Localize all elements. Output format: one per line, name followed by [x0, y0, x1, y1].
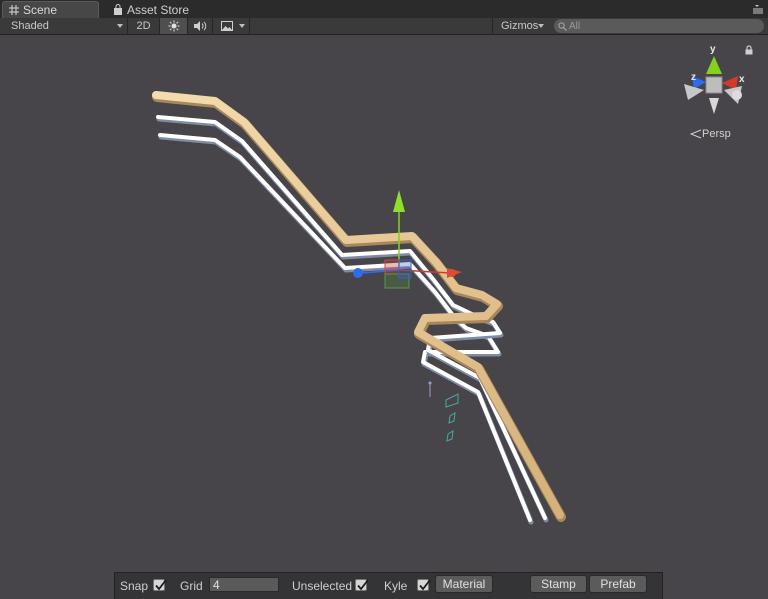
scene-toolbar: Shaded 2D Gizmos	[0, 18, 768, 35]
material-button[interactable]: Material	[435, 575, 493, 593]
tab-asset-store[interactable]: Asset Store	[108, 1, 218, 18]
orientation-z-label: z	[691, 72, 696, 83]
snap-label: Snap	[120, 579, 149, 593]
checkmark-icon	[357, 579, 369, 591]
toggle-2d-label: 2D	[136, 20, 151, 32]
grid-icon	[9, 5, 19, 15]
speaker-icon	[194, 21, 207, 31]
kyle-label: Kyle	[384, 579, 408, 593]
prefab-button[interactable]: Prefab	[589, 575, 647, 593]
lock-icon[interactable]	[744, 45, 754, 55]
chevron-down-icon	[239, 24, 245, 28]
tab-scene[interactable]: Scene	[2, 1, 99, 18]
snap-checkbox[interactable]	[153, 579, 167, 591]
tab-bar: Scene Asset Store	[0, 0, 768, 18]
viewport-background	[0, 35, 768, 572]
toggle-2d-button[interactable]: 2D	[128, 18, 160, 34]
chevron-down-icon	[117, 24, 123, 28]
kyle-checkbox[interactable]	[417, 579, 431, 591]
checkmark-icon	[419, 579, 431, 591]
yz-plane-handle[interactable]	[398, 259, 412, 279]
draw-mode-label: Shaded	[11, 20, 49, 32]
tab-asset-store-label: Asset Store	[127, 2, 190, 17]
orientation-y-label: y	[710, 44, 716, 55]
scene-effects-dropdown[interactable]	[213, 18, 250, 34]
unselected-checkbox[interactable]	[355, 579, 369, 591]
path-tool-bar: Snap Grid Unselected Kyle Material Stamp…	[114, 572, 663, 599]
projection-label: Persp	[702, 128, 731, 140]
scene-viewport[interactable]: y x z	[0, 35, 768, 572]
draw-mode-dropdown[interactable]: Shaded	[0, 18, 128, 34]
perspective-icon	[690, 129, 702, 139]
gizmos-dropdown[interactable]: Gizmos	[492, 18, 548, 34]
grid-label: Grid	[180, 579, 203, 593]
projection-toggle[interactable]: Persp	[690, 128, 731, 140]
search-input[interactable]	[567, 20, 749, 32]
grid-input[interactable]	[209, 577, 279, 592]
xy-plane-handle[interactable]	[384, 259, 400, 275]
search-icon	[558, 21, 567, 31]
orientation-x-label: x	[739, 74, 745, 85]
shopping-bag-icon	[114, 3, 122, 15]
unselected-label: Unselected	[292, 579, 353, 593]
z-axis-arrow[interactable]	[353, 268, 363, 278]
orientation-cube[interactable]	[705, 76, 723, 94]
scene-lighting-toggle[interactable]	[160, 18, 188, 34]
tab-scene-label: Scene	[23, 3, 58, 17]
chevron-down-icon	[538, 24, 544, 28]
image-icon	[221, 21, 233, 31]
gizmos-label: Gizmos	[501, 20, 539, 32]
window-menu-icon[interactable]	[752, 3, 764, 15]
scene-search-field[interactable]	[554, 19, 764, 33]
scene-audio-toggle[interactable]	[188, 18, 213, 34]
checkmark-icon	[155, 579, 167, 591]
stamp-button[interactable]: Stamp	[530, 575, 587, 593]
sun-icon	[168, 20, 179, 32]
